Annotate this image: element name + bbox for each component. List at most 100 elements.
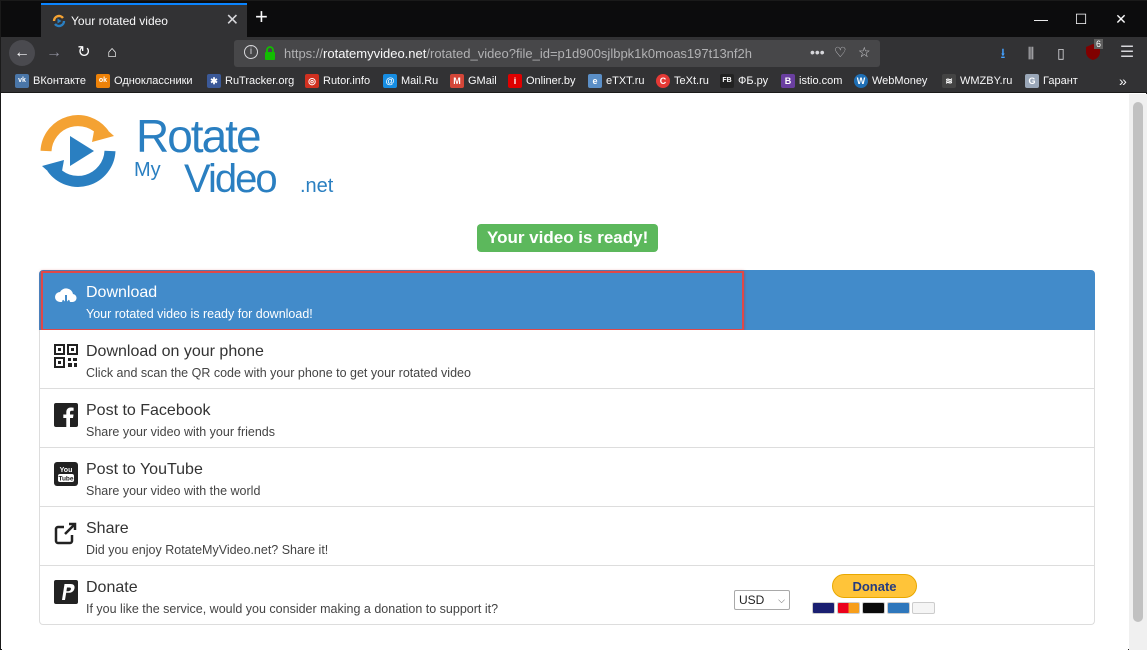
home-button[interactable]: ⌂ (99, 40, 125, 66)
bookmark-star-icon[interactable]: ☆ (858, 44, 871, 61)
back-button[interactable]: ← (9, 40, 35, 66)
tab-bar: Your rotated video ✕ + — ☐ ✕ (1, 1, 1147, 37)
maestro-icon (862, 602, 885, 614)
bookmark-label: WebMoney (872, 75, 928, 87)
bookmark-label: Onliner.by (526, 75, 576, 87)
share-icon (54, 522, 77, 545)
scrollbar-thumb[interactable] (1133, 102, 1143, 622)
gmail-icon: M (450, 74, 464, 88)
bookmark-label: eTXT.ru (606, 75, 645, 87)
facebook-icon (54, 403, 78, 427)
option-title: Share (86, 520, 129, 537)
option-subtitle: Share your video with your friends (86, 425, 275, 439)
option-title: Download on your phone (86, 343, 264, 360)
page-content: Rotate My Video .net Your video is ready… (2, 94, 1128, 650)
svg-text:Rotate: Rotate (136, 110, 260, 162)
chevron-down-icon: ⌵ (778, 595, 785, 605)
bookmark-item[interactable]: M GMail (450, 73, 497, 89)
svg-text:.net: .net (300, 175, 334, 196)
forward-button[interactable]: → (41, 40, 67, 66)
bookmark-label: GMail (468, 75, 497, 87)
tab-title: Your rotated video (71, 14, 168, 28)
bookmark-item[interactable]: ≋ WMZBY.ru (942, 73, 1012, 89)
bookmark-label: istio.com (799, 75, 843, 87)
svg-text:You: You (60, 467, 73, 474)
tab-active[interactable]: Your rotated video ✕ (41, 3, 247, 37)
bookmark-label: Mail.Ru (401, 75, 439, 87)
svg-text:Tube: Tube (58, 476, 73, 483)
bookmark-item[interactable]: @ Mail.Ru (383, 73, 438, 89)
download-option[interactable]: Download Your rotated video is ready for… (39, 270, 1095, 331)
tab-close-icon[interactable]: ✕ (226, 10, 239, 30)
bookmark-label: WMZBY.ru (960, 75, 1013, 87)
wmzby-icon: ≋ (942, 74, 956, 88)
option-subtitle: Your rotated video is ready for download… (86, 307, 313, 321)
bookmark-label: Rutor.info (323, 75, 371, 87)
bookmark-item[interactable]: ◎ Rutor.info (305, 73, 370, 89)
ublock-icon[interactable]: 6 (1083, 39, 1104, 63)
post-to-youtube-option[interactable]: You Tube Post to YouTube Share your vide… (39, 448, 1095, 507)
bookmarks-overflow-icon[interactable]: » (1119, 73, 1127, 89)
bookmark-item[interactable]: G Гарант (1025, 73, 1078, 89)
bookmark-item[interactable]: vk ВКонтакте (15, 73, 86, 89)
browser-window: Your rotated video ✕ + — ☐ ✕ ← → ↻ ⌂ i h… (0, 0, 1147, 650)
download-on-phone-option[interactable]: Download on your phone Click and scan th… (39, 330, 1095, 389)
bookmark-item[interactable]: e eTXT.ru (588, 73, 645, 89)
close-window-button[interactable]: ✕ (1098, 1, 1144, 37)
bookmark-item[interactable]: i Onliner.by (508, 73, 576, 89)
rutracker-icon: ✱ (207, 74, 221, 88)
webmoney-icon: W (854, 74, 868, 88)
downloads-icon[interactable]: ⭳ (993, 43, 1013, 63)
reload-button[interactable]: ↻ (71, 40, 97, 66)
post-to-facebook-option[interactable]: Post to Facebook Share your video with y… (39, 389, 1095, 448)
bookmark-label: RuTracker.org (225, 75, 295, 87)
discover-icon (912, 602, 935, 614)
library-icon[interactable]: ⫼ (1021, 43, 1041, 63)
site-info-icon[interactable]: i (244, 45, 258, 59)
rotatemyvideo-logo[interactable]: Rotate My Video .net (38, 106, 348, 196)
bookmark-item[interactable]: ok Одноклассники (96, 73, 193, 89)
odnoklassniki-icon: ok (96, 74, 110, 88)
fb-ru-icon: FB (720, 74, 734, 88)
nav-bar: ← → ↻ ⌂ i https://rotatemyvideo.net/rota… (1, 37, 1147, 69)
option-title: Post to YouTube (86, 461, 203, 478)
etxt-icon: e (588, 74, 602, 88)
video-ready-badge: Your video is ready! (477, 224, 659, 252)
qr-code-icon (54, 344, 78, 368)
bookmark-item[interactable]: ✱ RuTracker.org (207, 73, 294, 89)
page-actions-icon[interactable]: ••• (810, 44, 825, 60)
rotatemyvideo-favicon-icon (52, 14, 66, 28)
lock-icon[interactable] (264, 45, 276, 61)
currency-select[interactable]: USD ⌵ (734, 590, 790, 610)
url-text[interactable]: https://rotatemyvideo.net/rotated_video?… (284, 46, 752, 61)
paypal-icon (54, 580, 78, 604)
bookmark-item[interactable]: C TeXt.ru (656, 73, 709, 89)
mailru-icon: @ (383, 74, 397, 88)
new-tab-button[interactable]: + (255, 5, 268, 29)
menu-icon[interactable]: ☰ (1117, 43, 1137, 63)
bookmark-item[interactable]: W WebMoney (854, 73, 927, 89)
svg-text:My: My (134, 159, 161, 181)
svg-text:Video: Video (184, 157, 276, 196)
vertical-scrollbar[interactable] (1129, 94, 1147, 650)
mastercard-icon (837, 602, 860, 614)
rutor-icon: ◎ (305, 74, 319, 88)
donate-option[interactable]: Donate If you like the service, would yo… (39, 566, 1095, 625)
garant-icon: G (1025, 74, 1039, 88)
bookmark-item[interactable]: FB ФБ.ру (720, 73, 768, 89)
option-title: Download (86, 284, 158, 301)
pocket-icon[interactable]: ♡ (834, 44, 847, 61)
currency-value: USD (739, 593, 765, 607)
option-title: Post to Facebook (86, 402, 211, 419)
payment-cards (812, 602, 935, 614)
bookmark-label: Одноклассники (114, 75, 193, 87)
address-bar[interactable]: i https://rotatemyvideo.net/rotated_vide… (234, 40, 880, 67)
bookmark-label: Гарант (1043, 75, 1078, 87)
options-list: Download Your rotated video is ready for… (39, 270, 1095, 625)
option-subtitle: If you like the service, would you consi… (86, 602, 499, 616)
option-title: Donate (86, 579, 138, 596)
paypal-donate-button[interactable]: Donate (832, 574, 917, 598)
share-option[interactable]: Share Did you enjoy RotateMyVideo.net? S… (39, 507, 1095, 566)
sidebar-icon[interactable]: ▯ (1051, 43, 1071, 63)
bookmark-item[interactable]: Bistio.com (781, 73, 842, 89)
